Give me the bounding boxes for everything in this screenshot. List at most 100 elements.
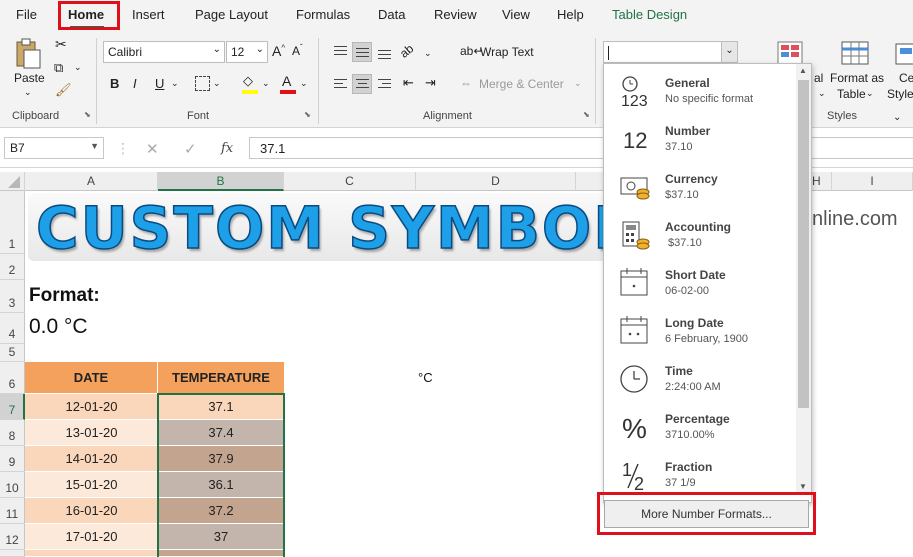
row-header-4[interactable]: 4 bbox=[0, 313, 25, 344]
conditional-formatting-label-partial[interactable]: al bbox=[814, 71, 823, 85]
header-temperature[interactable]: TEMPERATURE bbox=[158, 362, 284, 394]
increase-font-icon[interactable]: A^ bbox=[272, 43, 285, 59]
increase-indent-icon[interactable]: ⇥ bbox=[425, 75, 436, 91]
align-center-button[interactable] bbox=[352, 74, 372, 94]
font-color-icon[interactable]: A bbox=[282, 73, 291, 89]
tab-data[interactable]: Data bbox=[378, 7, 405, 22]
enter-icon[interactable]: ✓ bbox=[184, 140, 197, 158]
degree-symbol-cell[interactable]: °C bbox=[418, 370, 433, 385]
name-box[interactable]: B7 ▼ bbox=[4, 137, 104, 159]
tab-file[interactable]: File bbox=[16, 7, 37, 22]
more-options-icon[interactable]: ⋮ bbox=[116, 140, 130, 157]
tab-review[interactable]: Review bbox=[434, 7, 477, 22]
row-header-9[interactable]: 9 bbox=[0, 446, 25, 472]
format-option-time[interactable]: Time 2:24:00 AM bbox=[604, 354, 794, 402]
wrap-text-button[interactable]: Wrap Text bbox=[480, 45, 534, 59]
table-cell-date[interactable]: 17-01-20 bbox=[25, 524, 158, 550]
row-header-12[interactable]: 12 bbox=[0, 524, 25, 550]
copy-icon[interactable]: ⧉ bbox=[54, 60, 63, 76]
alignment-launcher-icon[interactable]: ⬊ bbox=[583, 110, 590, 119]
merge-dropdown-icon[interactable]: ⌄ bbox=[574, 78, 582, 89]
font-name-select[interactable]: Calibri ⌄ bbox=[103, 41, 225, 63]
orientation-dropdown-icon[interactable]: ⌄ bbox=[424, 48, 432, 59]
clipboard-launcher-icon[interactable]: ⬊ bbox=[84, 110, 91, 119]
tab-view[interactable]: View bbox=[502, 7, 530, 22]
column-header-c[interactable]: C bbox=[284, 172, 416, 191]
fill-dropdown-icon[interactable]: ⌄ bbox=[262, 78, 270, 89]
table-cell-date[interactable] bbox=[25, 550, 158, 557]
column-header-b[interactable]: B bbox=[158, 172, 284, 191]
table-cell-date[interactable]: 16-01-20 bbox=[25, 498, 158, 524]
copy-dropdown-icon[interactable]: ⌄ bbox=[74, 62, 82, 73]
scroll-down-icon[interactable]: ▼ bbox=[799, 482, 807, 491]
tab-table-design[interactable]: Table Design bbox=[612, 7, 687, 22]
dropdown-scrollbar[interactable]: ▲ ▼ bbox=[796, 64, 811, 494]
format-option-percentage[interactable]: % Percentage 3710.00% bbox=[604, 402, 794, 450]
scrollbar-thumb[interactable] bbox=[798, 80, 809, 408]
select-all-corner[interactable] bbox=[0, 172, 25, 191]
format-option-accounting[interactable]: Accounting $37.10 bbox=[604, 210, 794, 258]
format-option-number[interactable]: 12 Number 37.10 bbox=[604, 114, 794, 162]
collapse-ribbon-icon[interactable]: ⌄ bbox=[893, 112, 901, 123]
cell-styles-label-partial[interactable]: Ce bbox=[899, 71, 913, 85]
font-color-dropdown-icon[interactable]: ⌄ bbox=[300, 78, 308, 89]
merge-center-icon[interactable]: ⇔ bbox=[460, 76, 472, 90]
format-option-currency[interactable]: Currency $37.10 bbox=[604, 162, 794, 210]
header-date[interactable]: DATE bbox=[25, 362, 158, 394]
table-cell-date[interactable]: 13-01-20 bbox=[25, 420, 158, 446]
conditional-dropdown-icon[interactable]: ⌄ bbox=[818, 88, 826, 99]
row-header-5[interactable]: 5 bbox=[0, 344, 25, 362]
number-format-select[interactable]: ⌄ bbox=[603, 41, 738, 63]
paste-button[interactable]: Paste bbox=[14, 71, 45, 85]
formula-input[interactable]: 37.1 bbox=[249, 137, 913, 159]
row-header-2[interactable]: 2 bbox=[0, 254, 25, 280]
cut-icon[interactable]: ✂ bbox=[55, 36, 67, 53]
format-as-table-label-2[interactable]: Table bbox=[837, 87, 866, 101]
underline-dropdown-icon[interactable]: ⌄ bbox=[171, 78, 179, 89]
middle-align-button[interactable] bbox=[352, 42, 372, 62]
tab-page-layout[interactable]: Page Layout bbox=[195, 7, 268, 22]
underline-button[interactable]: U bbox=[155, 76, 164, 91]
italic-button[interactable]: I bbox=[133, 76, 137, 91]
fill-color-icon[interactable]: ◇ bbox=[243, 73, 253, 89]
cancel-icon[interactable]: ✕ bbox=[146, 140, 159, 158]
row-header-1[interactable]: 1 bbox=[0, 191, 25, 254]
format-option-long-date[interactable]: Long Date 6 February, 1900 bbox=[604, 306, 794, 354]
format-option-short-date[interactable]: Short Date 06-02-00 bbox=[604, 258, 794, 306]
paste-dropdown-icon[interactable]: ⌄ bbox=[24, 87, 32, 98]
cell-styles-label-partial-2[interactable]: Style bbox=[887, 87, 913, 101]
row-header-13[interactable] bbox=[0, 550, 25, 557]
column-header-a[interactable]: A bbox=[25, 172, 158, 191]
insert-function-icon[interactable]: fx bbox=[221, 141, 233, 156]
row-header-11[interactable]: 11 bbox=[0, 498, 25, 524]
column-header-d[interactable]: D bbox=[416, 172, 576, 191]
tab-insert[interactable]: Insert bbox=[132, 7, 165, 22]
table-cell-date[interactable]: 14-01-20 bbox=[25, 446, 158, 472]
align-right-button[interactable] bbox=[374, 74, 394, 94]
tab-help[interactable]: Help bbox=[557, 7, 584, 22]
decrease-font-icon[interactable]: Aˇ bbox=[292, 43, 303, 58]
chevron-down-icon[interactable]: ⌄ bbox=[721, 42, 737, 62]
bold-button[interactable]: B bbox=[110, 76, 119, 91]
format-as-table-button[interactable]: Format as bbox=[830, 71, 884, 85]
align-left-button[interactable] bbox=[330, 74, 350, 94]
row-header-10[interactable]: 10 bbox=[0, 472, 25, 498]
format-option-general[interactable]: 123 General No specific format bbox=[604, 66, 794, 114]
format-as-table-icon[interactable] bbox=[840, 40, 872, 68]
row-header-7[interactable]: 7 bbox=[0, 394, 25, 420]
row-header-6[interactable]: 6 bbox=[0, 362, 25, 394]
table-cell-date[interactable]: 12-01-20 bbox=[25, 394, 158, 420]
tab-formulas[interactable]: Formulas bbox=[296, 7, 350, 22]
font-size-select[interactable]: 12 ⌄ bbox=[226, 41, 268, 63]
font-launcher-icon[interactable]: ⬊ bbox=[304, 110, 311, 119]
cell-styles-icon[interactable] bbox=[894, 40, 913, 68]
decrease-indent-icon[interactable]: ⇤ bbox=[403, 75, 414, 91]
borders-dropdown-icon[interactable]: ⌄ bbox=[213, 78, 221, 89]
scroll-up-icon[interactable]: ▲ bbox=[799, 66, 807, 75]
paste-icon[interactable] bbox=[14, 38, 42, 70]
row-header-8[interactable]: 8 bbox=[0, 420, 25, 446]
row-header-3[interactable]: 3 bbox=[0, 280, 25, 313]
borders-icon[interactable] bbox=[195, 76, 210, 91]
column-header-h[interactable]: H bbox=[812, 172, 832, 191]
table-dropdown-icon[interactable]: ⌄ bbox=[866, 88, 874, 99]
